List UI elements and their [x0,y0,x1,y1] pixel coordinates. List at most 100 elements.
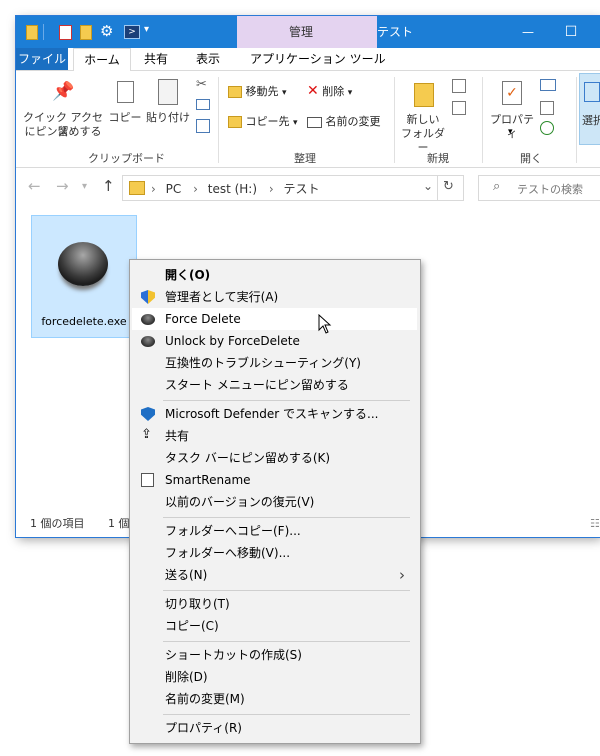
divider [482,77,483,163]
delete-button[interactable]: ✕ 削除 ▾ [307,83,352,99]
move-to-label: 移動先 [245,85,279,98]
copy-path-icon[interactable] [196,99,210,110]
menu-item-label: Microsoft Defender でスキャンする... [165,407,379,421]
menu-item-send-to[interactable]: 送る(N) › [132,564,417,586]
paste-shortcut-icon[interactable] [196,119,210,133]
tab-file[interactable]: ファイル [16,48,68,70]
forcedelete-app-icon [58,242,108,286]
menu-item-label: Unlock by ForceDelete [165,334,300,348]
details-view-icon[interactable]: ☷ [590,512,600,536]
tab-share[interactable]: 共有 [144,48,168,70]
menu-item-move-to-folder[interactable]: フォルダーへ移動(V)... [132,542,417,564]
properties-button[interactable]: ✓ プロパティ ▾ [486,75,538,145]
rename-icon [307,116,322,128]
shield-icon [141,290,155,304]
select-button[interactable]: 選択 [579,73,600,145]
address-bar[interactable]: › PC › test (H:) › テスト ⌄ ↻ [122,175,464,201]
copy-to-label: コピー先 [245,115,290,128]
history-icon[interactable] [540,121,554,135]
back-arrow-icon[interactable]: ← [28,177,41,195]
menu-separator [163,400,410,401]
folder-icon[interactable] [26,25,38,40]
menu-item-unlock[interactable]: Unlock by ForceDelete [132,330,417,352]
move-to-button[interactable]: 移動先 ▾ [228,83,287,99]
breadcrumb: › PC › test (H:) › テスト [151,180,320,197]
chevron-down-icon[interactable]: ▾ [144,24,149,35]
minimize-button[interactable]: — [513,16,543,48]
menu-item-run-as-admin[interactable]: 管理者として実行(A) [132,286,417,308]
new-item-icon[interactable] [452,79,466,93]
copy-to-button[interactable]: コピー先 ▾ [228,113,298,129]
menu-item-delete[interactable]: 削除(D) [132,666,417,688]
smartrename-icon [141,473,154,487]
menu-item-defender-scan[interactable]: Microsoft Defender でスキャンする... [132,403,417,425]
menu-separator [163,641,410,642]
share-icon: ⇪ [141,427,152,442]
tab-view[interactable]: 表示 [196,48,220,70]
menu-item-share[interactable]: ⇪ 共有 [132,425,417,447]
rename-button[interactable]: 名前の変更 [307,113,381,129]
delete-x-icon: ✕ [307,83,319,99]
menu-item-label: 互換性のトラブルシューティング(Y) [165,356,361,370]
manage-context-tab[interactable]: 管理 [237,16,377,48]
menu-item-pin-start[interactable]: スタート メニューにピン留めする [132,374,417,396]
menu-item-smartrename[interactable]: SmartRename [132,469,417,491]
up-arrow-icon[interactable]: ↑ [102,177,115,195]
search-box[interactable]: ⌕ テストの検索 [478,175,600,201]
properties-check-icon: ✓ [502,81,522,105]
pin-quick-access-button[interactable]: 📌 クイック アクセス にピン留めする [22,75,104,143]
context-menu: 開く(O) 管理者として実行(A) Force Delete Unlock by… [129,259,421,744]
new-folder-button[interactable]: 新しい フォルダー [398,75,448,154]
new-group-label: 新規 [427,152,449,165]
breadcrumb-drive[interactable]: test (H:) [208,182,257,196]
new-folder-icon[interactable] [80,25,92,40]
selected-count: 1 個 [108,517,130,530]
edit-icon[interactable] [540,101,554,115]
tab-application-tools[interactable]: アプリケーション ツール [250,48,386,70]
menu-item-force-delete[interactable]: Force Delete [132,308,417,330]
address-dropdown-icon[interactable]: ⌄ [423,179,433,193]
copy-button[interactable]: コピー [108,75,142,143]
paste-label: 貼り付け [146,111,190,124]
file-item[interactable]: forcedelete.exe [31,215,137,338]
menu-item-label: SmartRename [165,473,251,487]
menu-item-label: 切り取り(T) [165,597,230,611]
paste-button[interactable]: 貼り付け [146,75,190,143]
menu-item-create-shortcut[interactable]: ショートカットの作成(S) [132,644,417,666]
menu-separator [163,517,410,518]
menu-item-rename[interactable]: 名前の変更(M) [132,688,417,710]
menu-item-open[interactable]: 開く(O) [132,264,417,286]
breadcrumb-pc[interactable]: PC [166,182,182,196]
menu-item-copy-to-folder[interactable]: フォルダーへコピー(F)... [132,520,417,542]
menu-item-copy[interactable]: コピー(C) [132,615,417,637]
breadcrumb-folder[interactable]: テスト [284,182,320,196]
forward-arrow-icon[interactable]: → [56,177,69,195]
menu-item-cut[interactable]: 切り取り(T) [132,593,417,615]
select-icon [584,82,600,102]
forcedelete-icon [141,336,155,347]
menu-item-restore-versions[interactable]: 以前のバージョンの復元(V) [132,491,417,513]
menu-item-label: フォルダーへ移動(V)... [165,546,291,560]
refresh-icon[interactable]: ↻ [443,179,454,194]
open-group-label: 開く [520,152,542,165]
organize-group-label: 整理 [294,152,316,165]
menu-item-properties[interactable]: プロパティ(R) [132,717,417,739]
properties-icon[interactable] [59,25,72,40]
copy-icon [117,81,134,103]
open-icon[interactable] [540,79,556,91]
menu-item-pin-taskbar[interactable]: タスク バーにピン留めする(K) [132,447,417,469]
powershell-icon[interactable]: > [124,25,140,39]
chevron-down-icon: ▾ [347,88,353,98]
easy-access-icon[interactable] [452,101,466,115]
chevron-down-icon: ▾ [282,88,287,98]
maximize-button[interactable]: ☐ [556,16,586,48]
tab-home[interactable]: ホーム [73,48,131,72]
recent-chevron-icon[interactable]: ▾ [82,181,87,192]
chevron-down-icon: ▾ [293,118,298,128]
divider [437,176,438,200]
breadcrumb-chevron-icon: › [151,182,156,196]
chevron-down-icon: ▾ [508,127,513,137]
menu-item-compat-troubleshoot[interactable]: 互換性のトラブルシューティング(Y) [132,352,417,374]
cut-icon[interactable]: ✂ [196,77,207,92]
gear-icon[interactable]: ⚙ [100,22,113,40]
